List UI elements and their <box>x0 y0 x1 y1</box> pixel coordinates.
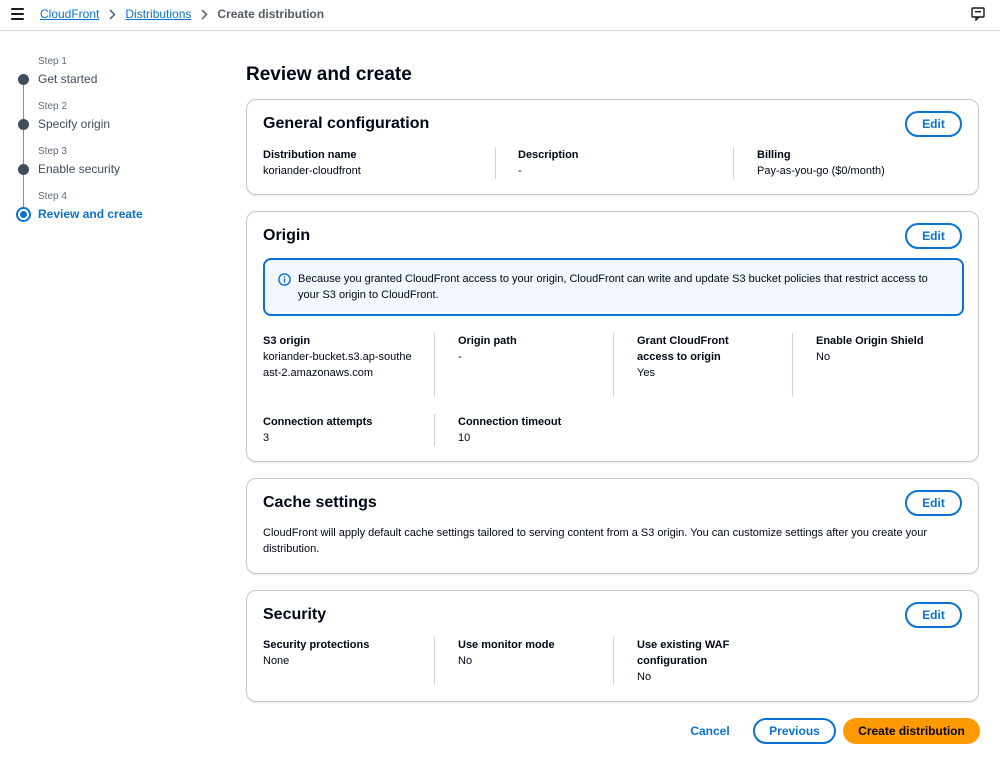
step-specify-origin[interactable]: Step 2 Specify origin <box>16 101 216 164</box>
step-number: Step 3 <box>38 146 67 157</box>
divider <box>613 637 614 685</box>
info-alert: Because you granted CloudFront access to… <box>263 258 964 316</box>
field-distribution-name: Distribution name koriander-cloudfront <box>263 147 361 179</box>
edit-origin-button[interactable]: Edit <box>905 223 962 249</box>
cancel-button[interactable]: Cancel <box>684 718 736 744</box>
security-card: Security Edit Security protections None … <box>246 590 979 702</box>
field-label: Grant CloudFront access to origin <box>637 335 729 363</box>
field-label: Enable Origin Shield <box>816 335 924 347</box>
menu-icon[interactable] <box>11 8 24 20</box>
field-label: Distribution name <box>263 149 357 161</box>
step-current-dot-icon <box>16 207 31 222</box>
cache-description: CloudFront will apply default cache sett… <box>263 527 928 555</box>
top-navigation-bar: CloudFront Distributions Create distribu… <box>0 0 1000 31</box>
field-value: Yes <box>637 367 655 379</box>
info-icon <box>278 273 291 286</box>
step-complete-dot-icon <box>18 164 29 175</box>
field-value: None <box>263 655 290 667</box>
chevron-right-icon <box>99 8 125 20</box>
chevron-right-icon <box>191 8 217 20</box>
field-value: No <box>458 655 473 667</box>
field-description: Description - <box>518 147 579 179</box>
field-label: Billing <box>757 149 791 161</box>
divider <box>733 147 734 179</box>
field-s3-origin: S3 origin koriander-bucket.s3.ap-southea… <box>263 333 413 381</box>
field-label: Use existing WAF configuration <box>637 639 730 667</box>
step-review-and-create: Step 4 Review and create <box>16 191 216 236</box>
field-value: - <box>518 165 522 177</box>
field-grant-cloudfront-access: Grant CloudFront access to origin Yes <box>637 333 757 381</box>
field-connection-attempts: Connection attempts 3 <box>263 414 372 446</box>
cache-settings-card: Cache settings Edit CloudFront will appl… <box>246 478 979 574</box>
breadcrumb-cloudfront[interactable]: CloudFront <box>40 7 99 21</box>
field-label: Description <box>518 149 579 161</box>
step-title: Review and create <box>38 207 143 221</box>
field-value: No <box>816 351 831 363</box>
create-distribution-button[interactable]: Create distribution <box>843 718 980 744</box>
step-enable-security[interactable]: Step 3 Enable security <box>16 146 216 209</box>
info-text: Because you granted CloudFront access to… <box>298 273 928 301</box>
field-use-existing-waf: Use existing WAF configuration No <box>637 637 757 685</box>
field-label: Connection timeout <box>458 416 562 428</box>
field-label: Use monitor mode <box>458 639 555 651</box>
wizard-steps: Step 1 Get started Step 2 Specify origin… <box>16 56 216 236</box>
card-title: General configuration <box>263 115 430 132</box>
step-complete-dot-icon <box>18 74 29 85</box>
field-value: 3 <box>263 432 270 444</box>
step-complete-dot-icon <box>18 119 29 130</box>
field-value: koriander-cloudfront <box>263 165 361 177</box>
edit-general-button[interactable]: Edit <box>905 111 962 137</box>
previous-button[interactable]: Previous <box>753 718 836 744</box>
field-value: Pay-as-you-go ($0/month) <box>757 165 885 177</box>
step-title: Specify origin <box>38 117 111 131</box>
origin-card: Origin Edit Because you granted CloudFro… <box>246 211 979 462</box>
edit-security-button[interactable]: Edit <box>905 602 962 628</box>
divider <box>434 637 435 685</box>
general-configuration-card: General configuration Edit Distribution … <box>246 99 979 195</box>
step-number: Step 2 <box>38 101 67 112</box>
card-title: Origin <box>263 227 311 244</box>
field-label: S3 origin <box>263 335 311 347</box>
field-origin-path: Origin path - <box>458 333 517 365</box>
divider <box>434 414 435 446</box>
field-billing: Billing Pay-as-you-go ($0/month) <box>757 147 885 179</box>
breadcrumb-distributions[interactable]: Distributions <box>125 7 191 21</box>
card-title: Security <box>263 606 327 623</box>
field-use-monitor-mode: Use monitor mode No <box>458 637 555 669</box>
field-connection-timeout: Connection timeout 10 <box>458 414 561 446</box>
field-value: - <box>458 351 462 363</box>
step-get-started[interactable]: Step 1 Get started <box>16 56 216 119</box>
step-title: Get started <box>38 72 98 86</box>
field-security-protections: Security protections None <box>263 637 369 669</box>
step-title: Enable security <box>38 162 121 176</box>
divider <box>792 333 793 397</box>
field-value: No <box>637 671 652 683</box>
page-title: Review and create <box>246 64 412 85</box>
divider <box>613 333 614 397</box>
field-label: Connection attempts <box>263 416 373 428</box>
field-label: Security protections <box>263 639 370 651</box>
edit-cache-button[interactable]: Edit <box>905 490 962 516</box>
step-number: Step 1 <box>38 56 67 67</box>
step-number: Step 4 <box>38 191 67 202</box>
breadcrumb-current: Create distribution <box>217 7 325 21</box>
divider <box>495 147 496 179</box>
card-title: Cache settings <box>263 494 377 511</box>
field-label: Origin path <box>458 335 517 347</box>
field-enable-origin-shield: Enable Origin Shield No <box>816 333 924 365</box>
divider <box>434 333 435 397</box>
breadcrumb: CloudFront Distributions Create distribu… <box>40 7 324 21</box>
field-value: koriander-bucket.s3.ap-southeast-2.amazo… <box>263 351 412 379</box>
field-value: 10 <box>458 432 471 444</box>
feedback-icon[interactable] <box>971 7 985 22</box>
